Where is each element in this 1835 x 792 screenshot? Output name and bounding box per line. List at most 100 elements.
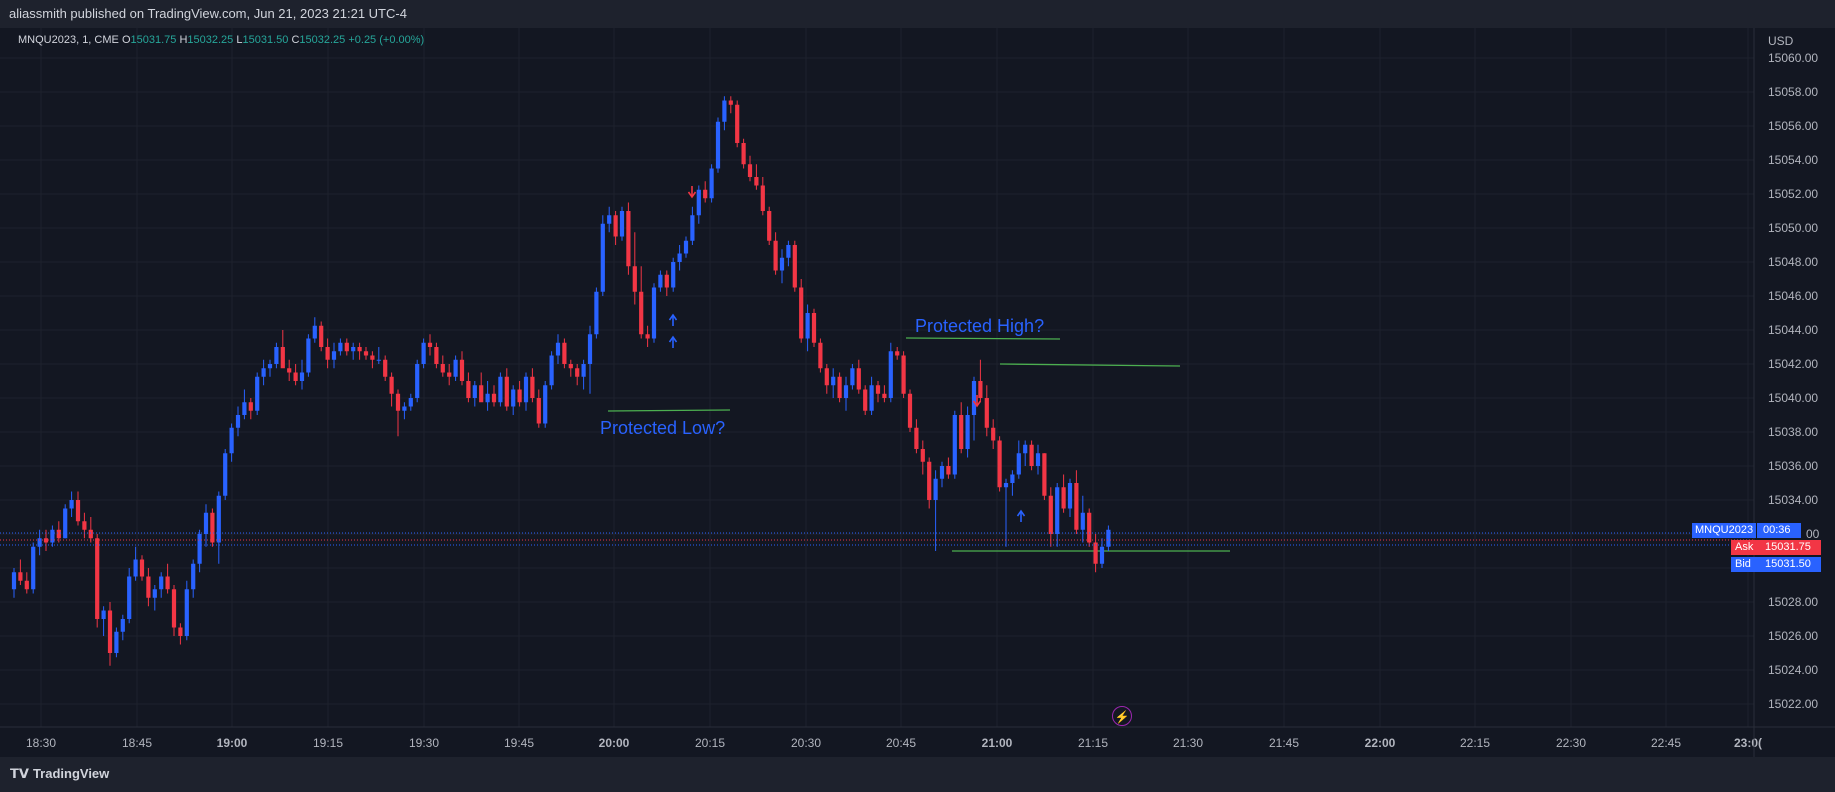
candle-body: [427, 342, 433, 347]
time-tick-label: 22:45: [1651, 736, 1681, 750]
price-tick-label: 15046.00: [1768, 289, 1818, 303]
time-tick-label: 22:00: [1365, 736, 1396, 750]
candle-body: [127, 576, 132, 619]
candle-body: [485, 393, 490, 403]
price-tick-label: 15044.00: [1768, 323, 1818, 337]
candle-body: [453, 359, 458, 377]
candle-body: [133, 559, 138, 577]
candle-body: [88, 529, 93, 539]
candle-body: [626, 211, 631, 267]
price-tick-label: 15060.00: [1768, 51, 1818, 65]
candle-body: [434, 347, 439, 364]
candle-body: [191, 563, 196, 590]
candle-body: [709, 168, 714, 199]
candle-body: [959, 415, 964, 449]
currency-label: USD: [1768, 34, 1794, 48]
candle-body: [837, 376, 842, 398]
candle-body: [261, 368, 266, 377]
candle-body: [568, 364, 573, 369]
ask-label-tag: Ask: [1731, 540, 1757, 555]
legend-high: 15032.25: [187, 34, 234, 46]
candle-body: [447, 372, 452, 377]
candle-body: [402, 406, 407, 411]
bid-label-tag: Bid: [1731, 557, 1757, 572]
candle-body: [728, 100, 733, 105]
candle-body: [786, 245, 791, 258]
candle-body: [818, 342, 823, 369]
candle-body: [555, 342, 561, 356]
candle-body: [287, 368, 292, 373]
candle-body: [184, 589, 189, 636]
candle-body: [613, 215, 618, 237]
time-tick-label: 19:00: [217, 736, 248, 750]
candle-body: [747, 164, 753, 177]
candle-body: [1080, 512, 1085, 530]
candle-body: [581, 364, 586, 377]
candle-body: [946, 466, 951, 475]
candle-body: [498, 376, 503, 403]
candle-body: [971, 381, 977, 415]
candle-body: [683, 240, 689, 254]
candle-body: [805, 313, 810, 339]
candle-body: [479, 385, 484, 403]
candle-body: [939, 466, 945, 479]
price-tick-label: 15040.00: [1768, 391, 1818, 405]
candle-body: [203, 512, 209, 534]
time-tick-label: 19:30: [409, 736, 439, 750]
candle-body: [523, 376, 529, 403]
candle-body: [760, 185, 765, 211]
time-tick-label: 20:00: [599, 736, 630, 750]
legend-change: +0.25 (+0.00%): [348, 34, 425, 46]
candle-body: [1055, 487, 1060, 534]
candle-body: [491, 393, 497, 403]
tv-logo-icon: 𝗧𝗩: [10, 766, 29, 781]
price-tick-label: 15024.00: [1768, 663, 1818, 677]
candle-body: [1016, 453, 1021, 475]
price-tick-label: 00: [1806, 527, 1820, 541]
legend-open: 15031.75: [130, 34, 177, 46]
candle-body: [248, 402, 253, 411]
candle-body: [82, 521, 87, 530]
candle-body: [856, 368, 861, 390]
candle-body: [901, 355, 906, 394]
candle-body: [933, 478, 938, 500]
candle-body: [18, 572, 23, 581]
candle-body: [11, 572, 17, 590]
candle-body: [383, 359, 388, 377]
candle-body: [1074, 483, 1079, 530]
candle-body: [267, 364, 273, 369]
candle-body: [677, 253, 682, 262]
candle-body: [587, 334, 593, 364]
candle-body: [703, 189, 708, 199]
price-axis: USD 15060.00 15058.00 15056.00 15054.00 15052…: [1768, 34, 1820, 711]
lightning-icon[interactable]: ⚡: [1112, 706, 1132, 726]
candle-body: [696, 189, 701, 216]
candle-body: [1010, 474, 1015, 483]
time-tick-label: 20:30: [791, 736, 821, 750]
candle-body: [1029, 444, 1034, 466]
brand-label: TradingView: [32, 766, 110, 781]
price-tick-label: 15050.00: [1768, 221, 1818, 235]
ohlc-legend: MNQU2023, 1, CME O15031.75 H15032.25 L15…: [18, 34, 424, 46]
candle-body: [1035, 453, 1041, 466]
legend-o-label: O: [121, 34, 131, 46]
candle-body: [146, 576, 151, 598]
price-tick-label: 15022.00: [1768, 697, 1818, 711]
candle-body: [357, 347, 362, 352]
candle-body: [152, 589, 157, 598]
candle-body: [594, 291, 599, 335]
candle-body: [549, 355, 554, 386]
candle-body: [824, 368, 829, 386]
candle-body: [831, 376, 836, 386]
price-tick-label: 15038.00: [1768, 425, 1818, 439]
price-tick-label: 15036.00: [1768, 459, 1818, 473]
time-tick-label: 21:00: [982, 736, 1013, 750]
time-tick-label: 18:45: [122, 736, 152, 750]
time-tick-label: 21:45: [1269, 736, 1299, 750]
candle-body: [299, 372, 305, 381]
tradingview-logo[interactable]: 𝗧𝗩 TradingView: [10, 766, 109, 782]
candlestick-chart[interactable]: USD 15060.00 15058.00 15056.00 15054.00 15052…: [0, 0, 1835, 757]
candle-body: [459, 359, 465, 381]
ask-price-tag: 15031.75: [1757, 540, 1821, 555]
candle-body: [223, 453, 228, 496]
